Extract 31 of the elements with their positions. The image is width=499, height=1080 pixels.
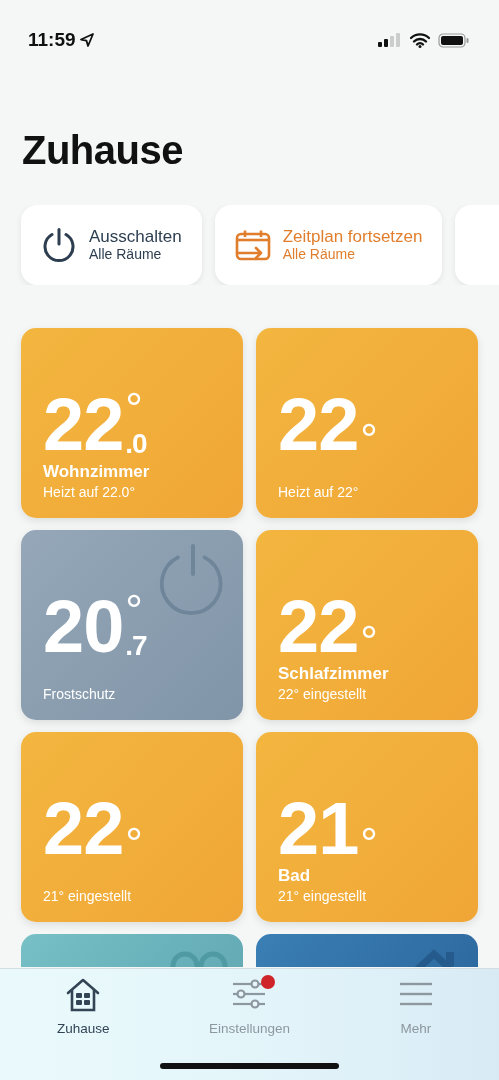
- room-status: 21° eingestellt: [43, 886, 133, 905]
- temperature-reading: 22°: [278, 396, 377, 454]
- tab-bar-item[interactable]: Zuhause: [0, 969, 167, 1080]
- home-icon: [65, 977, 102, 1013]
- temperature-reading: 22°: [43, 800, 142, 858]
- room-tile[interactable]: 22° Heizt auf 22°: [256, 328, 478, 518]
- room-status: Heizt auf 22.0°: [43, 482, 136, 501]
- room-tile[interactable]: 22° Schlafzimmer 22° eingestellt: [256, 530, 478, 720]
- room-status: Frostschutz: [43, 684, 117, 703]
- room-name: Schlafzimmer: [278, 664, 390, 685]
- room-tile[interactable]: [256, 934, 478, 967]
- tab-bar-item[interactable]: Mehr: [332, 969, 499, 1080]
- room-tile[interactable]: 22° 21° eingestellt: [21, 732, 243, 922]
- power-icon: [41, 227, 77, 263]
- battery-icon: [438, 32, 469, 48]
- page-title: Zuhause: [22, 127, 184, 174]
- room-status: 22° eingestellt: [278, 684, 368, 703]
- action-button[interactable]: Zeitplan fortsetzen Alle Räume: [214, 205, 443, 285]
- action-button[interactable]: Ausschalten Alle Räume: [21, 205, 202, 285]
- temperature-reading: 21°: [278, 800, 377, 858]
- room-status: Heizt auf 22°: [278, 482, 360, 501]
- temperature-reading: 22°: [278, 598, 377, 656]
- room-tile[interactable]: 21° Bad 21° eingestellt: [256, 732, 478, 922]
- room-status: 21° eingestellt: [278, 886, 368, 905]
- room-tile[interactable]: [21, 934, 243, 967]
- clock-time: 11:59: [28, 27, 76, 52]
- room-name: Wohnzimmer: [43, 462, 151, 483]
- room-name: Bad: [278, 866, 312, 887]
- location-arrow-icon: [79, 33, 94, 47]
- cellular-signal-icon: [378, 33, 402, 47]
- wifi-icon: [410, 32, 430, 48]
